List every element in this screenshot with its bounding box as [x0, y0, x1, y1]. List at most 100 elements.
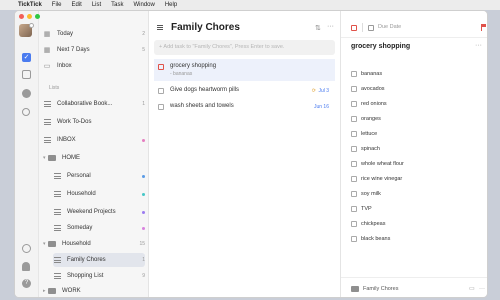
sidebar-item-label: Next 7 Days [57, 47, 90, 53]
chevron-right-icon[interactable]: ▸ [43, 288, 46, 294]
task-row-give-dogs-heartworm-pills[interactable]: Give dogs heartworm pills ⟳ Jul 3 [154, 87, 335, 99]
sidebar-item-personal[interactable]: Personal [53, 169, 145, 183]
subtask-label: TVP [361, 206, 372, 212]
more-options-icon[interactable]: ··· [479, 286, 485, 292]
more-options-icon[interactable]: ··· [475, 42, 482, 49]
subtask-checkbox[interactable] [351, 131, 357, 137]
list-color-dot [142, 192, 145, 196]
sidebar-item-today[interactable]: ▦ Today 2 [43, 27, 145, 41]
window-controls [19, 14, 40, 19]
sort-icon[interactable]: ⇅ [315, 24, 321, 32]
task-title: wash sheets and towels [170, 103, 234, 109]
subtask-item[interactable]: rice wine vinegar [351, 176, 402, 182]
menu-task[interactable]: Task [111, 2, 123, 8]
subtask-item[interactable]: soy milk [351, 191, 381, 197]
subtask-checkbox[interactable] [351, 86, 357, 92]
sidebar-item-label: INBOX [57, 137, 76, 143]
subtask-checkbox[interactable] [351, 161, 357, 167]
detail-checkbox[interactable] [351, 25, 357, 31]
zoom-window-button[interactable] [35, 14, 40, 19]
more-options-icon[interactable]: ··· [327, 23, 334, 30]
subtask-label: whole wheat flour [361, 161, 404, 167]
chevron-down-icon[interactable]: ▾ [43, 241, 46, 247]
menu-icon[interactable] [157, 25, 163, 30]
folder-icon [48, 240, 56, 248]
subtask-item[interactable]: avocados [351, 86, 385, 92]
help-icon[interactable]: ? [22, 279, 31, 288]
calendar-icon[interactable] [368, 25, 374, 31]
sidebar-item-work-to-dos[interactable]: Work To-Dos [43, 115, 145, 129]
sidebar-item-label: Shopping List [67, 273, 104, 279]
subtask-item[interactable]: bananas [351, 71, 382, 77]
sync-icon[interactable] [22, 244, 31, 253]
sidebar-item-someday[interactable]: Someday [53, 221, 145, 235]
sidebar-item-next-7-days[interactable]: ▦ Next 7 Days 5 [43, 43, 145, 57]
task-checkbox[interactable] [158, 104, 164, 110]
subtask-checkbox[interactable] [351, 146, 357, 152]
task-row-grocery-shopping[interactable]: grocery shopping - bananas [154, 59, 335, 81]
footer-list-name[interactable]: Family Chores [363, 286, 398, 292]
task-title: Give dogs heartworm pills [170, 87, 240, 93]
sidebar-item-weekend-projects[interactable]: Weekend Projects [53, 205, 145, 219]
calendar-icon[interactable] [22, 70, 31, 79]
close-window-button[interactable] [19, 14, 24, 19]
menu-help[interactable]: Help [165, 2, 177, 8]
subtask-label: rice wine vinegar [361, 176, 403, 182]
subtask-checkbox[interactable] [351, 236, 357, 242]
subtask-checkbox[interactable] [351, 191, 357, 197]
sidebar-item-count: 5 [142, 47, 145, 53]
add-task-input[interactable]: + Add task to "Family Chores", Press Ent… [154, 40, 335, 55]
task-subtask-preview: - bananas [170, 71, 193, 77]
subtask-item[interactable]: lettuce [351, 131, 377, 137]
priority-flag-icon[interactable] [481, 24, 486, 31]
subtask-item[interactable]: oranges [351, 116, 381, 122]
sidebar-folder-household[interactable]: ▾ Household 15 [43, 237, 145, 251]
task-checkbox[interactable] [158, 88, 164, 94]
sidebar-item-count: 1 [142, 101, 145, 107]
minimize-window-button[interactable] [27, 14, 32, 19]
lists-heading: Lists [49, 85, 60, 91]
subtask-checkbox[interactable] [351, 71, 357, 77]
subtask-item[interactable]: black beans [351, 236, 390, 242]
sidebar-item-family-chores[interactable]: Family Chores 1 [53, 253, 145, 267]
sidebar-item-count: 2 [142, 31, 145, 37]
sidebar-item-inbox[interactable]: ▭ Inbox [43, 59, 145, 73]
search-icon[interactable] [22, 108, 30, 116]
sidebar-item-household[interactable]: Household [53, 187, 145, 201]
menu-app-name[interactable]: TickTick [18, 2, 42, 8]
menu-window[interactable]: Window [134, 2, 155, 8]
chevron-down-icon[interactable]: ▾ [43, 155, 46, 161]
subtask-item[interactable]: spinach [351, 146, 380, 152]
comment-icon[interactable]: ▭ [469, 285, 475, 292]
task-row-wash-sheets-and-towels[interactable]: wash sheets and towels Jun 16 [154, 103, 335, 115]
subtask-checkbox[interactable] [351, 221, 357, 227]
sidebar-item-count: 1 [142, 257, 145, 263]
sidebar-item-inbox-list[interactable]: INBOX [43, 133, 145, 147]
subtask-item[interactable]: red onions [351, 101, 387, 107]
subtask-checkbox[interactable] [351, 206, 357, 212]
menu-edit[interactable]: Edit [71, 2, 81, 8]
sidebar-folder-home[interactable]: ▾ HOME [43, 151, 145, 165]
pomodoro-clock-icon[interactable] [22, 89, 31, 98]
subtask-checkbox[interactable] [351, 116, 357, 122]
tasks-checkbox-icon[interactable]: ✓ [22, 53, 31, 62]
subtask-label: red onions [361, 101, 387, 107]
subtask-label: chickpeas [361, 221, 386, 227]
subtask-item[interactable]: whole wheat flour [351, 161, 404, 167]
avatar-badge-icon [29, 23, 34, 28]
sidebar-item-collaborative-book[interactable]: Collaborative Book... 1 [43, 97, 145, 111]
sidebar-folder-work[interactable]: ▸ WORK [43, 284, 145, 297]
sidebar-item-shopping-list[interactable]: Shopping List 9 [53, 269, 145, 283]
subtask-item[interactable]: TVP [351, 206, 372, 212]
task-checkbox[interactable] [158, 64, 164, 70]
due-date-button[interactable]: Due Date [378, 24, 401, 30]
notifications-bell-icon[interactable] [22, 262, 30, 271]
menu-file[interactable]: File [52, 2, 62, 8]
detail-title[interactable]: grocery shopping [351, 43, 410, 50]
sidebar-item-label: Today [57, 31, 74, 37]
subtask-item[interactable]: chickpeas [351, 221, 385, 227]
subtask-checkbox[interactable] [351, 176, 357, 182]
menu-list[interactable]: List [92, 2, 101, 8]
sidebar-item-label: Weekend Projects [67, 209, 116, 215]
subtask-checkbox[interactable] [351, 101, 357, 107]
